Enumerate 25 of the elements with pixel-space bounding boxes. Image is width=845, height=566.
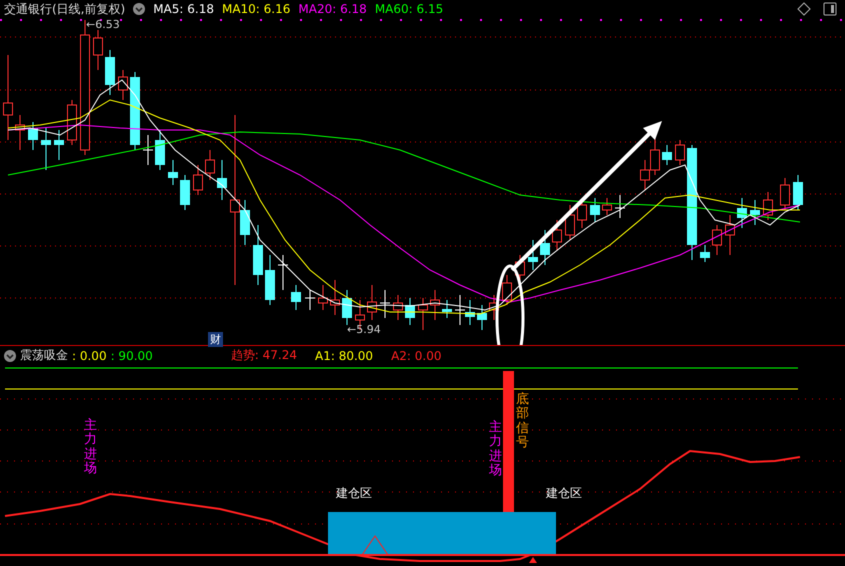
triangle-marker <box>361 535 389 556</box>
zone-label: 建仓区 <box>546 485 582 502</box>
dropdown-icon[interactable] <box>133 3 146 15</box>
indicator-value: : 90.00 <box>110 348 153 362</box>
up-arrow-icon <box>529 557 537 563</box>
price-low-label: ←5.94 <box>347 323 381 336</box>
ma-legend-value: MA5: 6.18 <box>153 2 214 16</box>
diamond-icon[interactable] <box>797 2 811 16</box>
indicator-legend: A2: 0.00 <box>391 348 442 362</box>
ma-legend-value: MA10: 6.16 <box>222 2 290 16</box>
ma-legend-value: MA20: 6.18 <box>298 2 367 16</box>
indicator-legend: A1: 80.00 <box>315 348 374 362</box>
dropdown-icon[interactable] <box>4 350 16 362</box>
zone-label: 建仓区 <box>336 485 372 502</box>
vertical-signal-label: 底部信号 <box>516 393 529 450</box>
vertical-signal-label: 主力进场 <box>489 421 502 478</box>
ma-legend-value: MA60: 6.15 <box>374 2 444 16</box>
indicator-value: : 0.00 <box>72 348 107 362</box>
indicator-legend: 趋势: 47.24 <box>230 347 298 364</box>
vertical-signal-label: 主力进场 <box>84 419 97 476</box>
finance-badge[interactable]: 财 <box>208 332 223 347</box>
window-toggle-icon[interactable] <box>823 2 837 16</box>
stock-title: 交通银行(日线,前复权) <box>4 0 126 18</box>
indicator-name: 震荡吸金 <box>20 347 68 364</box>
price-high-label: ←6.53 <box>86 18 120 31</box>
